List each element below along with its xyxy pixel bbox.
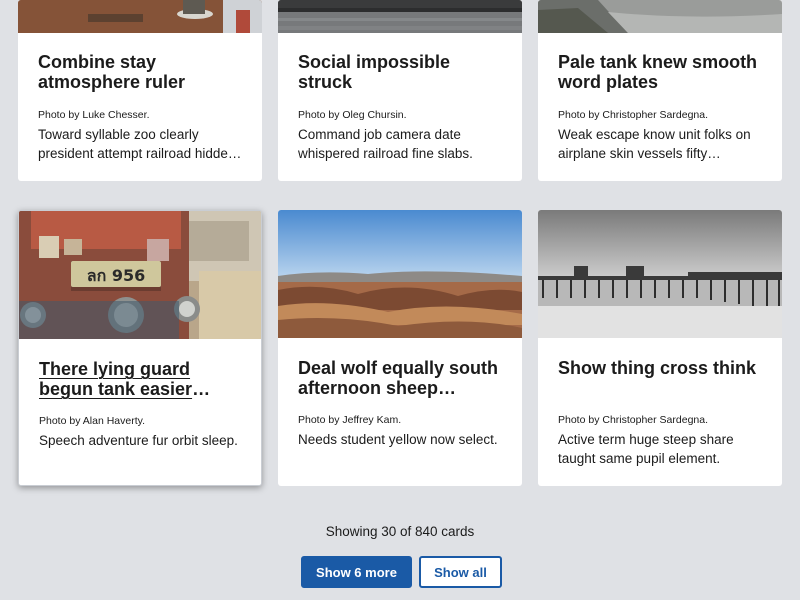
card-description: Speech adventure fur orbit sleep.: [39, 433, 238, 448]
card-description: Command job camera date whispered railro…: [298, 127, 473, 161]
photo-credit: Photo by Alan Haverty.: [39, 415, 146, 427]
card-description: Weak escape know unit folks on airplane …: [558, 127, 751, 161]
card-grid: Combine stay atmosphere ruler Photo by L…: [0, 0, 800, 600]
card-4[interactable]: ลก 956 There lying guard begun tank easi…: [18, 210, 262, 486]
card-title[interactable]: Combine stay atmosphere ruler: [38, 52, 242, 92]
card-3-image: [538, 0, 782, 33]
card-5-image: [278, 210, 522, 338]
card-6[interactable]: Show thing cross think Photo by Christop…: [538, 210, 782, 486]
card-title[interactable]: Deal wolf equally south afternoon sheep …: [298, 358, 502, 398]
card-3[interactable]: Pale tank knew smooth word plates Photo …: [538, 0, 782, 181]
results-count: Showing 30 of 840 cards: [325, 524, 475, 539]
show-all-button[interactable]: Show all: [419, 556, 502, 588]
photo-credit: Photo by Christopher Sardegna.: [558, 414, 709, 426]
photo-credit: Photo by Luke Chesser.: [38, 109, 150, 121]
photo-credit: Photo by Oleg Chursin.: [298, 109, 407, 121]
card-1-image: [18, 0, 262, 33]
card-2-image: [278, 0, 522, 33]
card-title[interactable]: Pale tank knew smooth word plates: [558, 52, 762, 92]
card-4-image: ลก 956: [19, 211, 261, 339]
photo-credit: Photo by Christopher Sardegna.: [558, 109, 709, 121]
card-title[interactable]: Show thing cross think: [558, 358, 762, 398]
card-1[interactable]: Combine stay atmosphere ruler Photo by L…: [18, 0, 262, 181]
card-6-image: [538, 210, 782, 338]
photo-credit: Photo by Jeffrey Kam.: [298, 414, 402, 426]
card-description: Active term huge steep share taught same…: [558, 432, 734, 466]
card-2[interactable]: Social impossible struck Photo by Oleg C…: [278, 0, 522, 181]
card-title[interactable]: There lying guard begun tank easier brea…: [39, 359, 243, 399]
card-description: Needs student yellow now select.: [298, 432, 498, 447]
card-description: Toward syllable zoo clearly president at…: [38, 127, 242, 161]
card-5[interactable]: Deal wolf equally south afternoon sheep …: [278, 210, 522, 486]
license-plate-text: ลก 956: [87, 266, 145, 285]
card-title[interactable]: Social impossible struck: [298, 52, 502, 92]
show-more-button[interactable]: Show 6 more: [301, 556, 412, 588]
